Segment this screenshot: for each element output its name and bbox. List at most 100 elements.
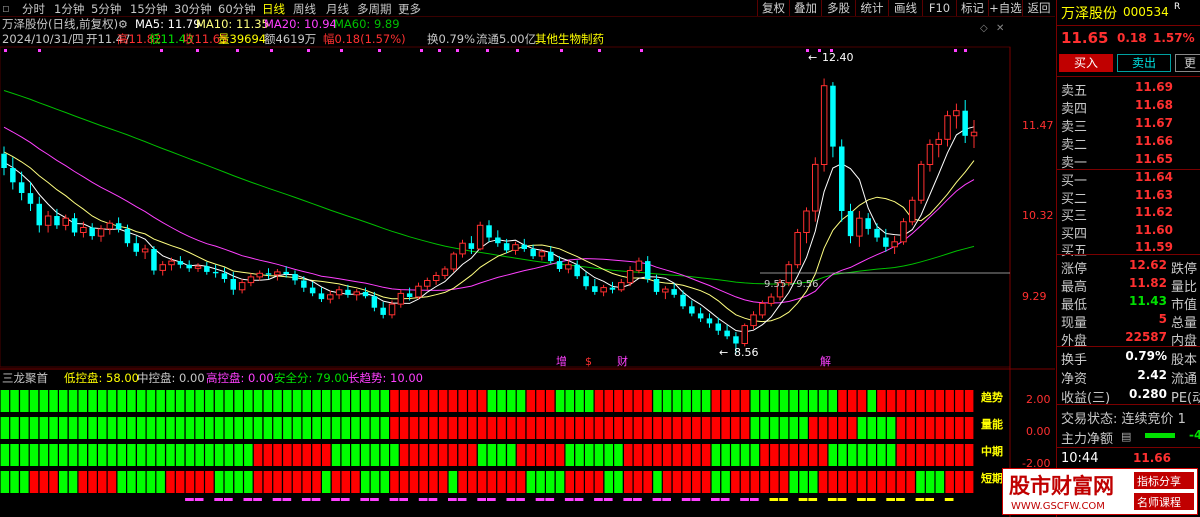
candle[interactable] [459,239,466,258]
period-tab[interactable]: 更多 [398,1,421,17]
candle[interactable] [548,246,554,264]
candle[interactable] [495,230,501,247]
period-tab[interactable]: 1分钟 [54,1,84,17]
candle[interactable] [521,238,528,252]
candle[interactable] [36,196,43,233]
ask-row[interactable]: 卖一 11.65 [1057,150,1200,171]
period-tab[interactable]: 5分钟 [91,1,121,17]
buy-button[interactable]: 买入 [1059,54,1113,72]
candle[interactable] [530,244,536,259]
candle[interactable] [10,157,16,190]
candle[interactable] [335,286,343,300]
toolbar-button[interactable]: 多股 [821,0,855,16]
ask-row[interactable]: 卖四 11.68 [1057,96,1200,117]
candle[interactable] [44,211,52,233]
toolbar-button[interactable]: +自选 [988,0,1022,16]
candle[interactable] [706,313,713,328]
candle[interactable] [221,267,228,283]
candle[interactable] [935,132,942,158]
candle[interactable] [194,263,202,272]
candle[interactable] [944,110,951,147]
candle[interactable] [397,289,405,308]
candle[interactable] [645,256,651,283]
candle[interactable] [486,220,492,242]
candle[interactable] [874,223,880,242]
header-settings-icon[interactable]: ⚙ [118,18,128,31]
candle[interactable] [609,281,616,294]
event-marker[interactable]: $ [585,355,592,368]
period-tab[interactable]: 多周期 [357,1,392,17]
candle[interactable] [441,266,449,279]
toolbar-button[interactable]: 复权 [757,0,789,16]
period-tab[interactable]: 15分钟 [130,1,168,17]
candle[interactable] [151,246,157,275]
candle[interactable] [238,279,246,294]
candle[interactable] [962,100,968,143]
candle[interactable] [724,324,730,340]
ask-row[interactable]: 卖三 11.67 [1057,114,1200,135]
toolbar-button[interactable]: 返回 [1022,0,1055,16]
candle[interactable] [635,257,643,274]
candle[interactable] [159,261,166,276]
candle[interactable] [917,160,925,204]
candle[interactable] [953,103,960,129]
candle[interactable] [583,271,589,290]
candle[interactable] [812,157,819,222]
candle[interactable] [177,256,184,269]
toolbar-button[interactable]: 标记 [956,0,988,16]
candle[interactable] [697,307,704,322]
candle[interactable] [212,264,219,278]
candle[interactable] [767,293,775,307]
candle[interactable] [71,213,78,237]
event-marker[interactable]: 解 [820,354,831,368]
candle[interactable] [318,287,325,302]
bid-row[interactable]: 买五 11.59 [1057,238,1200,259]
candle[interactable] [565,260,572,274]
candle[interactable] [247,273,255,287]
candle[interactable] [133,236,140,257]
candle[interactable] [327,290,334,304]
candle[interactable] [512,241,519,255]
candle[interactable] [839,139,845,222]
toolbar-button[interactable]: 统计 [855,0,888,16]
candle[interactable] [424,277,431,290]
candle[interactable] [292,270,298,285]
toolbar-menu-icon[interactable]: ▫ [2,1,10,15]
candle[interactable] [1,146,7,176]
candle[interactable] [380,302,386,319]
candle[interactable] [891,236,898,254]
candle[interactable] [847,203,854,244]
event-marker[interactable]: 增 [556,354,567,368]
candle[interactable] [794,228,801,269]
candle[interactable] [97,225,105,242]
candle[interactable] [909,196,916,226]
candle[interactable] [54,208,60,229]
event-marker[interactable]: 财 [617,354,628,368]
candle[interactable] [741,323,748,347]
sell-button[interactable]: 卖出 [1117,54,1171,72]
main-flow-icon[interactable]: ▤ [1121,430,1131,443]
candle[interactable] [865,213,871,235]
toolbar-button[interactable]: F10 [922,0,956,16]
candle[interactable] [256,270,263,281]
candle[interactable] [830,82,836,158]
candle[interactable] [415,282,422,300]
toolbar-button[interactable]: 画线 [888,0,922,16]
candle[interactable] [186,260,192,272]
candle[interactable] [309,281,316,297]
candle[interactable] [115,217,122,233]
more-button[interactable]: 更 [1175,54,1200,72]
candle[interactable] [432,271,440,285]
candle[interactable] [274,269,281,281]
toolbar-button[interactable]: 叠加 [789,0,821,16]
chart-diamond-icon[interactable]: ◇ [980,23,988,34]
candle[interactable] [89,223,95,240]
period-tab[interactable]: 30分钟 [174,1,212,17]
period-tab[interactable]: 分时 [22,1,45,17]
period-tab[interactable]: 月线 [326,1,349,17]
candle[interactable] [618,279,625,292]
candle[interactable] [27,182,34,211]
candle[interactable] [856,211,863,247]
candle[interactable] [662,286,669,300]
candle[interactable] [106,220,114,235]
